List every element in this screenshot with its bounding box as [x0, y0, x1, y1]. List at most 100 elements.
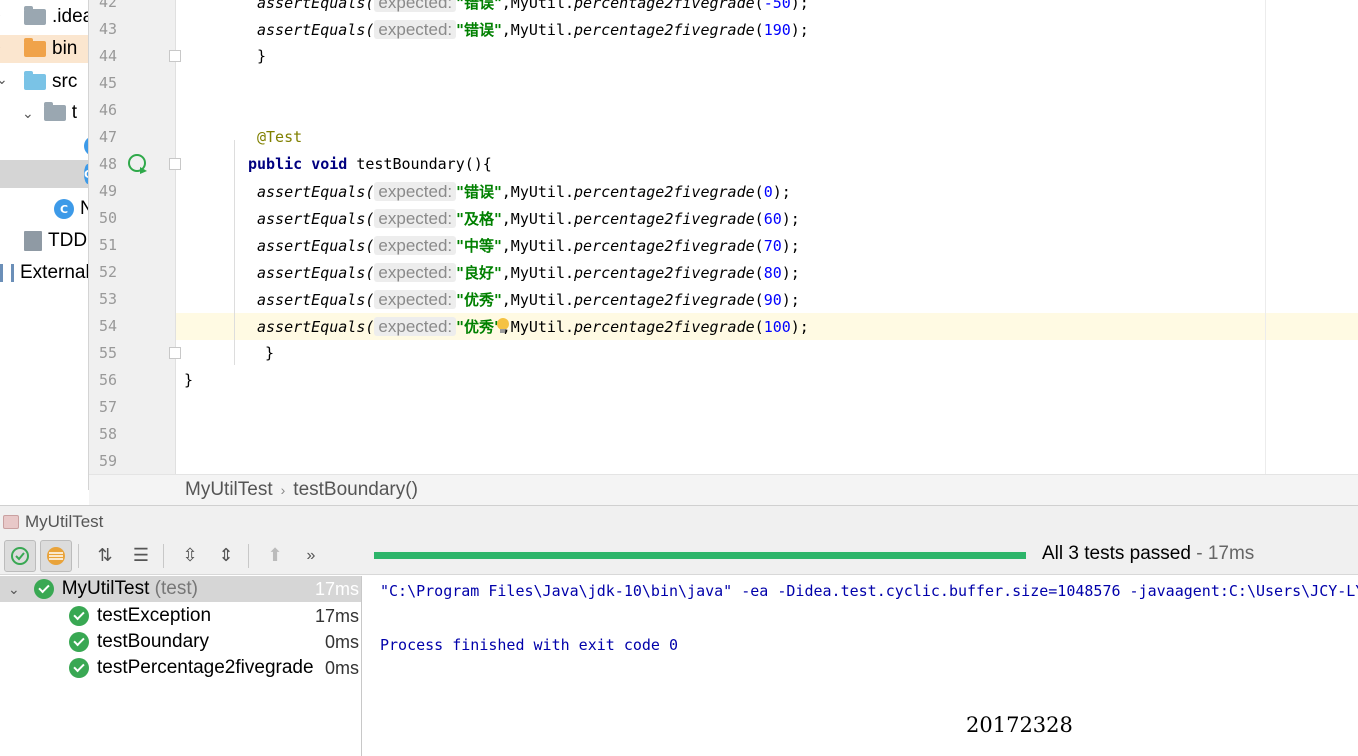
keyword: public — [248, 155, 303, 173]
code-editor[interactable]: 42 43 44 45 46 47 48 49 50 51 52 53 54 5… — [89, 0, 1358, 474]
fold-marker[interactable] — [169, 347, 181, 359]
util-prefix: ,MyUtil. — [501, 264, 575, 282]
chevron-right-icon: › — [280, 482, 286, 498]
project-item-label: .idea — [52, 6, 88, 27]
chevron-down-icon[interactable]: ⌄ — [0, 71, 8, 88]
close-call: ); — [781, 291, 800, 309]
show-passed-button[interactable] — [4, 539, 36, 572]
project-item-label: src — [52, 71, 78, 92]
util-method: percentage2fivegrade — [574, 291, 755, 309]
project-item-tdd[interactable]: TDD — [24, 227, 87, 255]
sort-alpha-icon: ⇅ — [97, 545, 113, 565]
check-circle-icon — [11, 546, 29, 565]
method-call: assertEquals( — [257, 21, 375, 39]
sort-alphabetically-button[interactable]: ⇅ — [89, 540, 121, 572]
previous-failed-button[interactable]: ⬆ — [259, 540, 291, 572]
folder-icon — [24, 71, 46, 90]
collapse-all-button[interactable]: ⇕ — [210, 540, 242, 572]
test-tree-item[interactable]: testBoundary 0ms — [0, 629, 361, 655]
util-prefix: ,MyUtil. — [501, 318, 575, 336]
run-tool-window-header: MyUtilTest — [0, 505, 1358, 537]
code-line-44: } — [257, 47, 267, 65]
close-call: ); — [790, 0, 809, 12]
test-class-name: MyUtilTest — [61, 578, 150, 599]
breadcrumb-method[interactable]: testBoundary() — [293, 479, 418, 501]
console-output[interactable]: "C:\Program Files\Java\jdk-10\bin\java" … — [362, 576, 1358, 756]
method-call: assertEquals( — [257, 318, 375, 336]
toolbar-separator — [78, 543, 79, 568]
more-actions-button[interactable]: » — [295, 540, 327, 572]
collapse-all-icon: ⇕ — [218, 545, 234, 565]
fold-marker[interactable] — [169, 158, 181, 170]
indent-guide — [234, 140, 235, 365]
right-margin-guide — [1265, 0, 1266, 474]
project-item-selected-class[interactable]: C — [0, 160, 88, 188]
chevron-down-icon[interactable]: ⌄ — [8, 581, 20, 598]
param-hint: expected: — [374, 209, 457, 228]
chevron-down-icon[interactable]: ⌄ — [22, 105, 34, 122]
line-number: 51 — [98, 236, 117, 254]
line-number: 46 — [98, 101, 117, 119]
string-literal: "错误" — [456, 21, 502, 39]
method-call: assertEquals( — [257, 0, 375, 12]
test-duration: 17ms — [1207, 543, 1255, 564]
project-tree: › .idea › bin ⌄ src ⌄ t C C C N TDD Exte… — [0, 0, 89, 490]
project-item-myutil[interactable]: C N — [54, 195, 88, 223]
close-call: ); — [790, 318, 809, 336]
breadcrumb: MyUtilTest › testBoundary() — [89, 474, 1358, 505]
test-method-name: testBoundary — [97, 631, 209, 652]
chevron-right-icon[interactable]: › — [0, 6, 1, 22]
line-number: 48 — [98, 155, 117, 173]
chevron-right-icon[interactable]: › — [0, 38, 1, 54]
project-item-idea[interactable]: › .idea — [0, 3, 88, 31]
project-item-test[interactable]: ⌄ t — [22, 99, 77, 127]
arrow-up-icon: ⬆ — [267, 545, 283, 565]
test-results-tree: ⌄ MyUtilTest (test) 17ms testException 1… — [0, 576, 362, 756]
sort-by-duration-button[interactable]: ☰ — [125, 540, 157, 572]
param-hint: expected: — [374, 290, 457, 309]
expand-all-button[interactable]: ⇳ — [174, 540, 206, 572]
number-literal: 70 — [763, 237, 782, 255]
console-command-line: "C:\Program Files\Java\jdk-10\bin\java" … — [380, 582, 1358, 600]
passed-icon — [33, 579, 54, 599]
run-tab-title[interactable]: MyUtilTest — [25, 512, 103, 532]
fold-marker[interactable] — [169, 50, 181, 62]
number-literal: 100 — [763, 318, 791, 336]
util-method: percentage2fivegrade — [574, 0, 755, 12]
show-ignored-button[interactable] — [40, 539, 72, 572]
project-item-external-libraries[interactable]: External — [0, 259, 88, 287]
passed-icon — [69, 606, 89, 626]
number-literal: 0 — [763, 183, 773, 201]
test-status-text: All 3 tests passed — [1042, 543, 1191, 564]
string-literal: "错误" — [456, 0, 502, 12]
test-time: 0ms — [324, 632, 359, 652]
line-number: 56 — [98, 371, 117, 389]
test-tree-root[interactable]: ⌄ MyUtilTest (test) 17ms — [0, 576, 361, 602]
line-number: 59 — [98, 452, 117, 470]
console-exit-line: Process finished with exit code 0 — [380, 636, 679, 654]
string-literal: "良好" — [456, 264, 502, 282]
project-item-src[interactable]: ⌄ src — [0, 68, 77, 96]
project-item-bin[interactable]: › bin — [0, 35, 88, 63]
test-tree-item[interactable]: testPercentage2fivegrade 0ms — [0, 655, 361, 681]
breadcrumb-class[interactable]: MyUtilTest — [185, 479, 273, 501]
number-literal: 90 — [763, 291, 782, 309]
util-prefix: ,MyUtil. — [501, 291, 575, 309]
util-prefix: ,MyUtil. — [501, 237, 575, 255]
line-number: 57 — [98, 398, 117, 416]
util-method: percentage2fivegrade — [574, 21, 755, 39]
chevron-double-right-icon: » — [306, 546, 316, 564]
method-call: assertEquals( — [257, 264, 375, 282]
file-icon — [24, 231, 42, 251]
passed-icon — [69, 632, 89, 652]
util-prefix: ,MyUtil. — [501, 210, 575, 228]
run-test-gutter-icon[interactable] — [127, 153, 149, 175]
number-literal: 80 — [763, 264, 782, 282]
toolbar-separator — [248, 543, 249, 568]
expand-all-icon: ⇳ — [182, 545, 198, 565]
test-method-name: testException — [97, 605, 212, 626]
project-item-label: t — [71, 102, 78, 123]
method-call: assertEquals( — [257, 210, 375, 228]
test-tree-item[interactable]: testException 17ms — [0, 603, 361, 629]
line-number: 43 — [98, 20, 117, 38]
